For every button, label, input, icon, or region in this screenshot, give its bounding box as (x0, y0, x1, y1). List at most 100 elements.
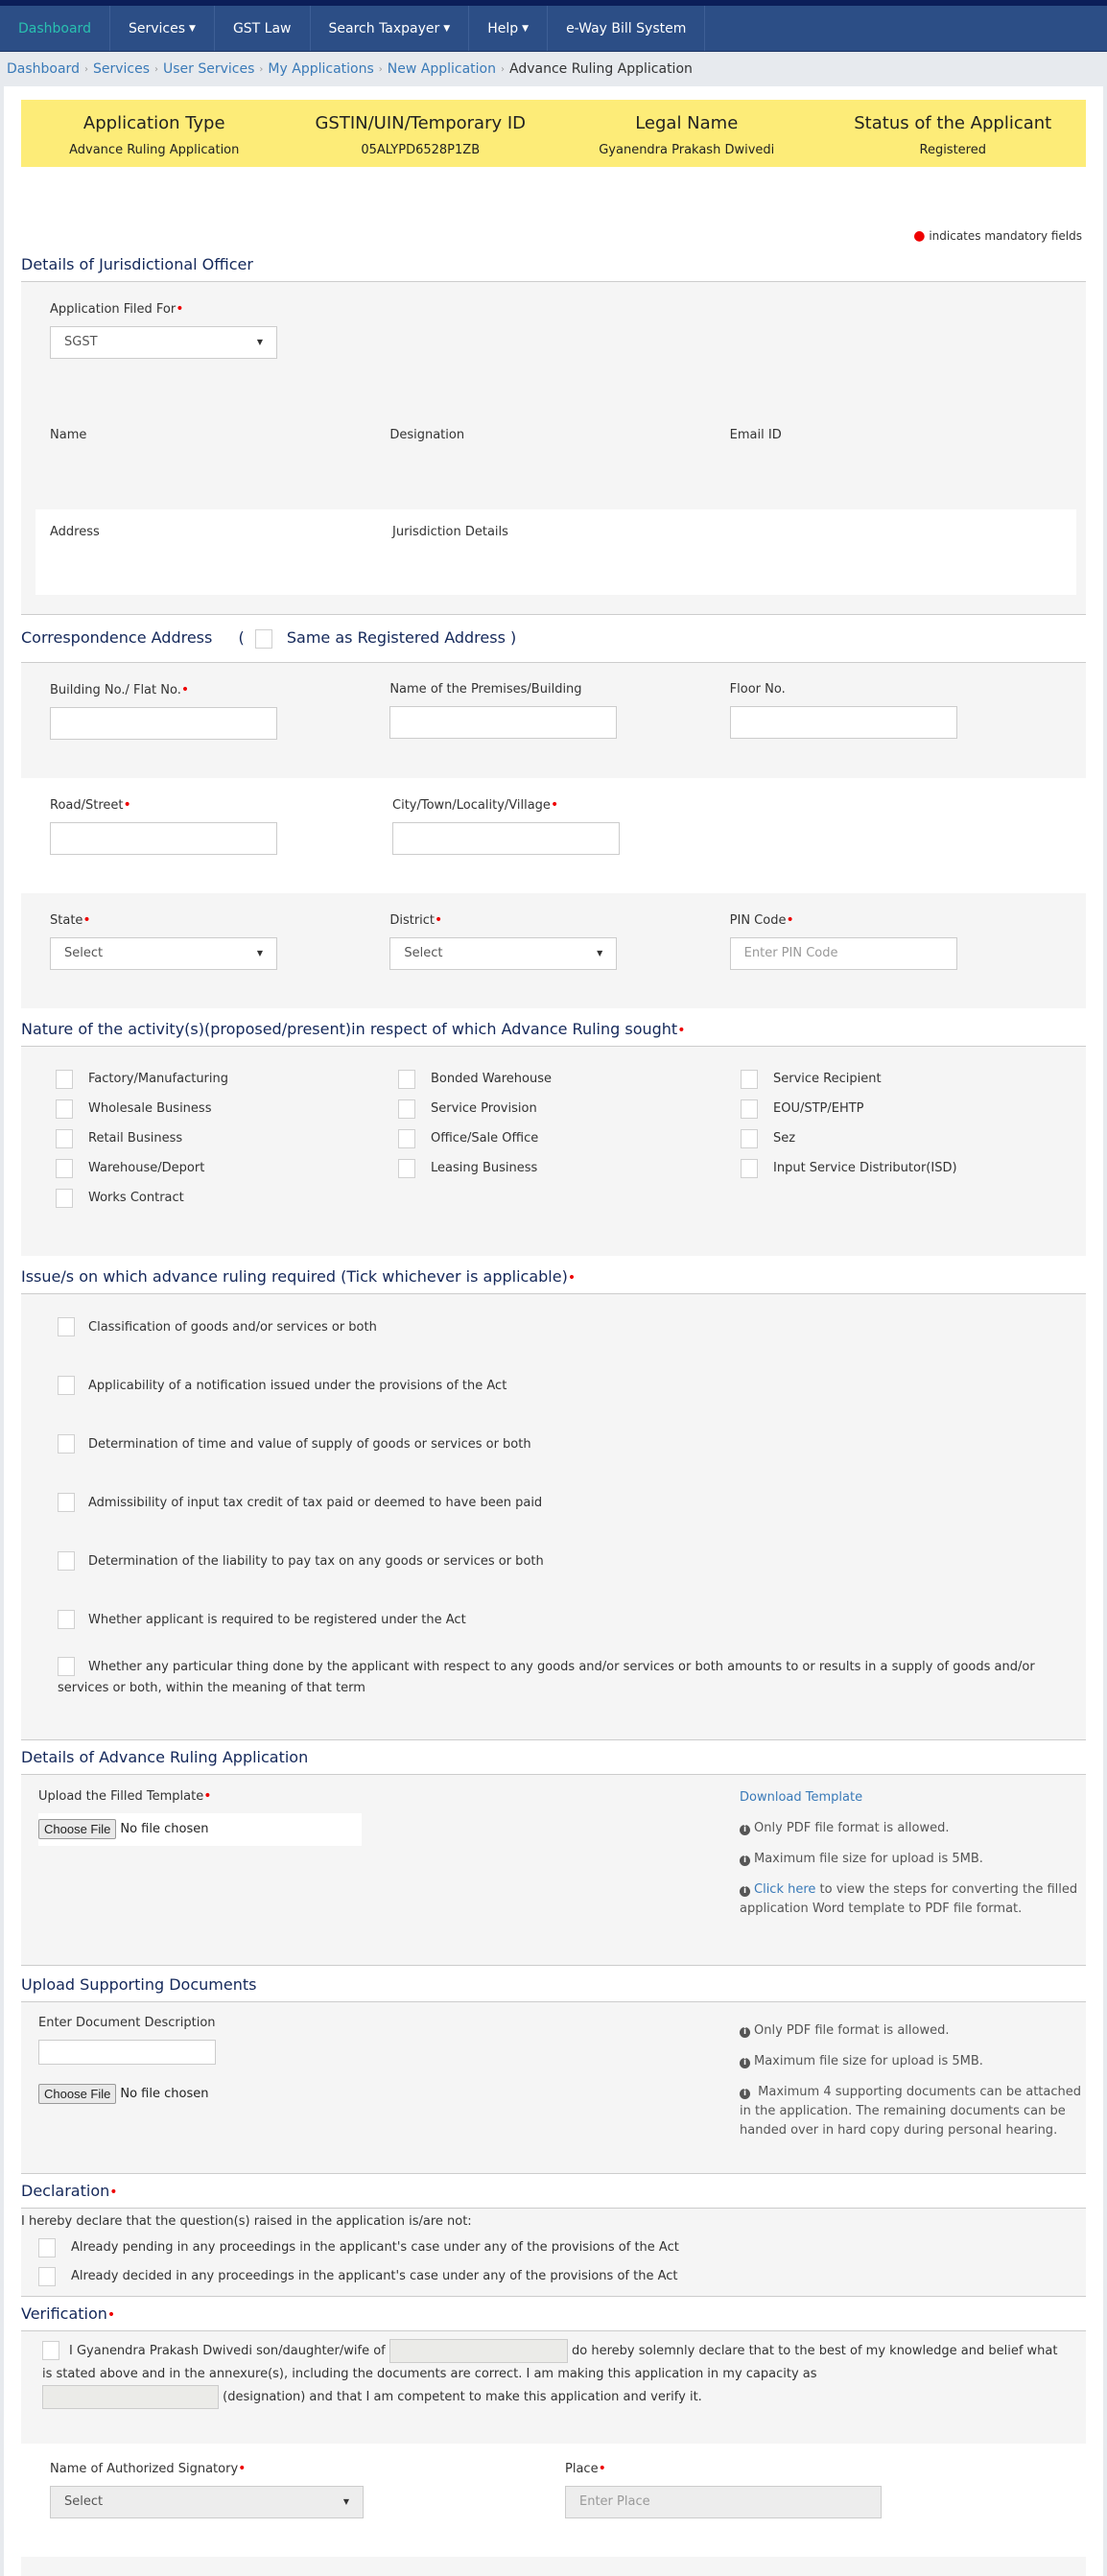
activity-option: Service Provision (398, 1099, 741, 1119)
activity-checkbox[interactable] (398, 1128, 415, 1148)
file-status: No file chosen (120, 1822, 209, 1836)
parent-name-input[interactable] (389, 2338, 568, 2363)
breadcrumb-link[interactable]: Dashboard (7, 61, 80, 77)
nav-item-help[interactable]: Help ▼ (469, 6, 549, 51)
activity-checkbox[interactable] (741, 1069, 758, 1089)
city-input[interactable] (392, 821, 620, 855)
choose-file-button[interactable]: Choose File (38, 1819, 117, 1839)
breadcrumb-link[interactable]: Services (93, 61, 150, 77)
declaration-list: Already pending in any proceedings in th… (21, 2237, 1086, 2297)
filed-for-label: Application Filed For• (50, 301, 184, 317)
activity-checkbox[interactable] (56, 1188, 73, 1208)
activity-checkbox[interactable] (741, 1158, 758, 1178)
click-here-link[interactable]: Click here (754, 1882, 815, 1897)
designation-input[interactable] (42, 2384, 219, 2409)
breadcrumb-link[interactable]: My Applications (268, 61, 373, 77)
banner-column: Status of the Applicant Registered (820, 113, 1087, 157)
nav-item-services[interactable]: Services ▼ (110, 6, 215, 51)
nav-item-search-taxpayer[interactable]: Search Taxpayer ▼ (311, 6, 470, 51)
issue-checkbox[interactable] (58, 1317, 75, 1336)
activity-checkbox[interactable] (56, 1158, 73, 1178)
pin-code-input[interactable]: Enter PIN Code (729, 936, 957, 970)
download-template-link[interactable]: Download Template (740, 1788, 1085, 1808)
choose-file-button[interactable]: Choose File (38, 2083, 117, 2104)
info-icon: i (740, 2026, 750, 2038)
caret-down-icon: ▼ (443, 24, 451, 34)
road-input[interactable] (50, 821, 277, 855)
issue-item: Classification of goods and/or services … (58, 1298, 1057, 1357)
issue-checkbox[interactable] (58, 1434, 75, 1453)
officer-designation-label: Designation (389, 428, 465, 442)
jurisdiction-details-label: Jurisdiction Details (392, 525, 508, 539)
form-card: Application Type Advance Ruling Applicati… (4, 86, 1103, 2576)
verification-checkbox[interactable] (42, 2341, 59, 2360)
declaration-checkbox[interactable] (38, 2266, 56, 2286)
address-row-3: State• Select ▼ District• Select ▼ PIN Code•… (21, 892, 1086, 1008)
banner-value: Registered (919, 143, 987, 157)
place-input[interactable]: Enter Place (565, 2485, 882, 2518)
activity-checkbox[interactable] (398, 1158, 415, 1178)
info-icon: i (740, 1885, 750, 1897)
issue-checkbox[interactable] (58, 1376, 75, 1395)
doc-description-input[interactable] (38, 2039, 216, 2065)
banner-heading: Legal Name (635, 113, 739, 133)
activity-option: Sez (741, 1128, 1083, 1148)
activity-option: Retail Business (56, 1128, 398, 1148)
file-status: No file chosen (120, 2086, 209, 2101)
issue-checkbox[interactable] (58, 1493, 75, 1512)
same-as-registered-checkbox[interactable] (254, 628, 272, 649)
signatory-select[interactable]: Select ▼ (50, 2485, 364, 2518)
declaration-checkbox[interactable] (38, 2237, 56, 2257)
state-select[interactable]: Select ▼ (50, 936, 277, 970)
filed-for-select[interactable]: SGST ▼ (50, 326, 277, 359)
officer-name-label: Name (50, 428, 87, 442)
activity-option: Bonded Warehouse (398, 1069, 741, 1089)
main-nav: Dashboard Services ▼ GST Law Search Taxpayer… (0, 6, 1107, 52)
applicant-banner: Application Type Advance Ruling Applicati… (21, 100, 1086, 167)
banner-column: Application Type Advance Ruling Applicati… (21, 113, 288, 157)
issue-checkbox[interactable] (58, 1551, 75, 1571)
chevron-right-icon: › (500, 63, 505, 75)
activity-checkbox[interactable] (741, 1099, 758, 1119)
banner-column: Legal Name Gyanendra Prakash Dwivedi (554, 113, 820, 157)
breadcrumb: Dashboard › Services › User Services › My Appl… (0, 52, 1107, 86)
activity-checkbox[interactable] (56, 1099, 73, 1119)
activity-checkbox[interactable] (398, 1099, 415, 1119)
activity-option: EOU/STP/EHTP (741, 1099, 1083, 1119)
declaration-title: Declaration• (21, 2172, 1086, 2209)
chevron-right-icon: › (259, 63, 264, 75)
activity-checkbox[interactable] (56, 1069, 73, 1089)
breadcrumb-link[interactable]: New Application (388, 61, 496, 77)
chevron-right-icon: › (378, 63, 383, 75)
issue-item: Whether applicant is required to be regi… (58, 1591, 1057, 1649)
activity-option: Input Service Distributor(ISD) (741, 1158, 1083, 1178)
issue-checkbox[interactable] (58, 1657, 75, 1676)
district-select[interactable]: Select ▼ (389, 936, 618, 970)
activity-option: Warehouse/Deport (56, 1158, 398, 1178)
breadcrumb-link[interactable]: User Services (163, 61, 254, 77)
activity-checkbox[interactable] (56, 1128, 73, 1148)
banner-value: Advance Ruling Application (69, 143, 240, 157)
issue-item: Applicability of a notification issued u… (58, 1357, 1057, 1415)
info-icon: i (740, 2057, 750, 2068)
activity-option: Office/Sale Office (398, 1128, 741, 1148)
activity-checkbox[interactable] (741, 1128, 758, 1148)
nav-item-dashboard[interactable]: Dashboard (0, 6, 110, 51)
nav-item-gst-law[interactable]: GST Law (215, 6, 311, 51)
officer-address-label: Address (50, 525, 100, 539)
supporting-file-input: Choose File No file chosen (38, 2083, 740, 2104)
floor-input[interactable] (729, 705, 957, 739)
mandatory-note: ● indicates mandatory fields (913, 228, 1082, 244)
issues-title: Issue/s on which advance ruling required… (21, 1267, 1086, 1294)
nav-item-e-way-bill-system[interactable]: e-Way Bill System (548, 6, 706, 51)
activity-checkbox[interactable] (398, 1069, 415, 1089)
premises-input[interactable] (389, 705, 618, 739)
building-input[interactable] (50, 706, 277, 740)
chevron-right-icon: › (83, 63, 88, 75)
issue-item: Whether any particular thing done by the… (58, 1657, 1057, 1699)
info-icon: i (740, 1824, 750, 1835)
caret-down-icon: ▼ (189, 24, 196, 34)
signatory-row: Name of Authorized Signatory• Select ▼ Pl… (21, 2444, 1086, 2557)
issue-checkbox[interactable] (58, 1610, 75, 1629)
chevron-right-icon: › (154, 63, 159, 75)
